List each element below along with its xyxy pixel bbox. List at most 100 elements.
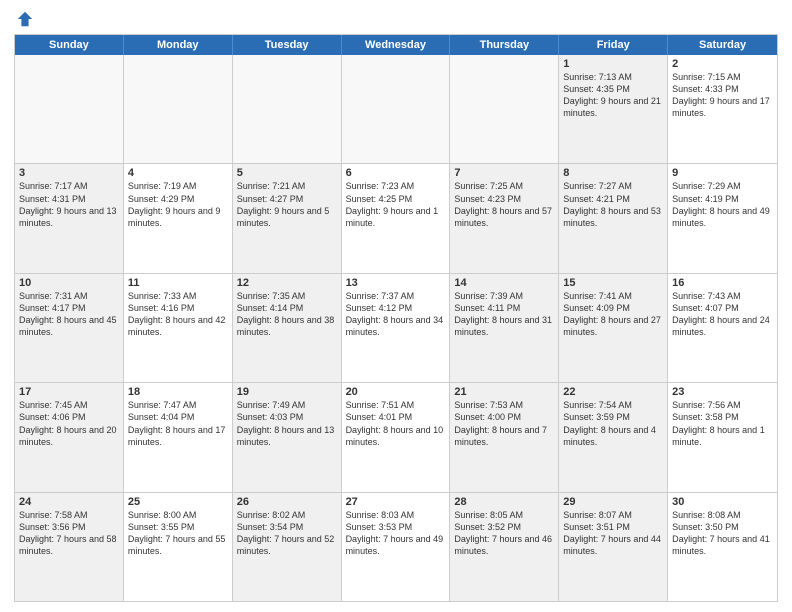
calendar-cell: 3Sunrise: 7:17 AM Sunset: 4:31 PM Daylig… — [15, 164, 124, 272]
day-number: 7 — [454, 167, 554, 179]
day-info: Sunrise: 7:17 AM Sunset: 4:31 PM Dayligh… — [19, 180, 119, 229]
day-info: Sunrise: 7:31 AM Sunset: 4:17 PM Dayligh… — [19, 290, 119, 339]
calendar-cell: 22Sunrise: 7:54 AM Sunset: 3:59 PM Dayli… — [559, 383, 668, 491]
day-number: 19 — [237, 386, 337, 398]
calendar-cell: 2Sunrise: 7:15 AM Sunset: 4:33 PM Daylig… — [668, 55, 777, 163]
day-number: 23 — [672, 386, 773, 398]
day-info: Sunrise: 7:47 AM Sunset: 4:04 PM Dayligh… — [128, 399, 228, 448]
day-number: 30 — [672, 496, 773, 508]
calendar-cell — [342, 55, 451, 163]
day-number: 18 — [128, 386, 228, 398]
day-info: Sunrise: 7:54 AM Sunset: 3:59 PM Dayligh… — [563, 399, 663, 448]
day-number: 16 — [672, 277, 773, 289]
calendar-cell: 8Sunrise: 7:27 AM Sunset: 4:21 PM Daylig… — [559, 164, 668, 272]
page: SundayMondayTuesdayWednesdayThursdayFrid… — [0, 0, 792, 612]
calendar-cell — [450, 55, 559, 163]
day-info: Sunrise: 7:49 AM Sunset: 4:03 PM Dayligh… — [237, 399, 337, 448]
logo — [14, 10, 34, 28]
day-number: 13 — [346, 277, 446, 289]
calendar-row: 1Sunrise: 7:13 AM Sunset: 4:35 PM Daylig… — [15, 55, 777, 163]
day-number: 12 — [237, 277, 337, 289]
day-info: Sunrise: 8:07 AM Sunset: 3:51 PM Dayligh… — [563, 509, 663, 558]
day-number: 21 — [454, 386, 554, 398]
calendar-header-day: Monday — [124, 35, 233, 55]
day-info: Sunrise: 7:25 AM Sunset: 4:23 PM Dayligh… — [454, 180, 554, 229]
day-number: 24 — [19, 496, 119, 508]
day-info: Sunrise: 7:58 AM Sunset: 3:56 PM Dayligh… — [19, 509, 119, 558]
calendar-cell: 16Sunrise: 7:43 AM Sunset: 4:07 PM Dayli… — [668, 274, 777, 382]
calendar-cell: 26Sunrise: 8:02 AM Sunset: 3:54 PM Dayli… — [233, 493, 342, 601]
calendar-cell: 4Sunrise: 7:19 AM Sunset: 4:29 PM Daylig… — [124, 164, 233, 272]
calendar-row: 3Sunrise: 7:17 AM Sunset: 4:31 PM Daylig… — [15, 163, 777, 272]
day-number: 10 — [19, 277, 119, 289]
day-info: Sunrise: 7:21 AM Sunset: 4:27 PM Dayligh… — [237, 180, 337, 229]
day-number: 29 — [563, 496, 663, 508]
calendar-header-day: Saturday — [668, 35, 777, 55]
calendar-cell: 7Sunrise: 7:25 AM Sunset: 4:23 PM Daylig… — [450, 164, 559, 272]
calendar-header-day: Thursday — [450, 35, 559, 55]
day-number: 3 — [19, 167, 119, 179]
calendar-cell: 29Sunrise: 8:07 AM Sunset: 3:51 PM Dayli… — [559, 493, 668, 601]
day-number: 26 — [237, 496, 337, 508]
calendar: SundayMondayTuesdayWednesdayThursdayFrid… — [14, 34, 778, 602]
calendar-header-day: Tuesday — [233, 35, 342, 55]
calendar-cell: 17Sunrise: 7:45 AM Sunset: 4:06 PM Dayli… — [15, 383, 124, 491]
day-info: Sunrise: 8:05 AM Sunset: 3:52 PM Dayligh… — [454, 509, 554, 558]
day-info: Sunrise: 8:03 AM Sunset: 3:53 PM Dayligh… — [346, 509, 446, 558]
day-info: Sunrise: 7:29 AM Sunset: 4:19 PM Dayligh… — [672, 180, 773, 229]
day-info: Sunrise: 7:41 AM Sunset: 4:09 PM Dayligh… — [563, 290, 663, 339]
day-info: Sunrise: 7:45 AM Sunset: 4:06 PM Dayligh… — [19, 399, 119, 448]
calendar-row: 24Sunrise: 7:58 AM Sunset: 3:56 PM Dayli… — [15, 492, 777, 601]
calendar-cell — [15, 55, 124, 163]
day-number: 14 — [454, 277, 554, 289]
calendar-header-day: Friday — [559, 35, 668, 55]
calendar-cell: 15Sunrise: 7:41 AM Sunset: 4:09 PM Dayli… — [559, 274, 668, 382]
calendar-cell: 6Sunrise: 7:23 AM Sunset: 4:25 PM Daylig… — [342, 164, 451, 272]
calendar-cell: 19Sunrise: 7:49 AM Sunset: 4:03 PM Dayli… — [233, 383, 342, 491]
calendar-cell: 25Sunrise: 8:00 AM Sunset: 3:55 PM Dayli… — [124, 493, 233, 601]
day-info: Sunrise: 8:08 AM Sunset: 3:50 PM Dayligh… — [672, 509, 773, 558]
day-info: Sunrise: 7:23 AM Sunset: 4:25 PM Dayligh… — [346, 180, 446, 229]
day-info: Sunrise: 7:35 AM Sunset: 4:14 PM Dayligh… — [237, 290, 337, 339]
calendar-cell: 9Sunrise: 7:29 AM Sunset: 4:19 PM Daylig… — [668, 164, 777, 272]
calendar-cell — [124, 55, 233, 163]
calendar-cell: 5Sunrise: 7:21 AM Sunset: 4:27 PM Daylig… — [233, 164, 342, 272]
calendar-cell: 28Sunrise: 8:05 AM Sunset: 3:52 PM Dayli… — [450, 493, 559, 601]
day-info: Sunrise: 7:33 AM Sunset: 4:16 PM Dayligh… — [128, 290, 228, 339]
day-number: 4 — [128, 167, 228, 179]
calendar-cell: 21Sunrise: 7:53 AM Sunset: 4:00 PM Dayli… — [450, 383, 559, 491]
day-number: 8 — [563, 167, 663, 179]
day-number: 15 — [563, 277, 663, 289]
calendar-header-row: SundayMondayTuesdayWednesdayThursdayFrid… — [15, 35, 777, 55]
day-number: 9 — [672, 167, 773, 179]
day-number: 28 — [454, 496, 554, 508]
calendar-cell: 10Sunrise: 7:31 AM Sunset: 4:17 PM Dayli… — [15, 274, 124, 382]
day-number: 2 — [672, 58, 773, 70]
header — [14, 10, 778, 28]
calendar-body: 1Sunrise: 7:13 AM Sunset: 4:35 PM Daylig… — [15, 55, 777, 601]
calendar-cell — [233, 55, 342, 163]
day-info: Sunrise: 7:13 AM Sunset: 4:35 PM Dayligh… — [563, 71, 663, 120]
calendar-cell: 30Sunrise: 8:08 AM Sunset: 3:50 PM Dayli… — [668, 493, 777, 601]
calendar-cell: 23Sunrise: 7:56 AM Sunset: 3:58 PM Dayli… — [668, 383, 777, 491]
calendar-cell: 14Sunrise: 7:39 AM Sunset: 4:11 PM Dayli… — [450, 274, 559, 382]
day-info: Sunrise: 8:00 AM Sunset: 3:55 PM Dayligh… — [128, 509, 228, 558]
day-number: 6 — [346, 167, 446, 179]
day-info: Sunrise: 7:53 AM Sunset: 4:00 PM Dayligh… — [454, 399, 554, 448]
day-number: 1 — [563, 58, 663, 70]
day-info: Sunrise: 7:37 AM Sunset: 4:12 PM Dayligh… — [346, 290, 446, 339]
day-number: 22 — [563, 386, 663, 398]
calendar-cell: 1Sunrise: 7:13 AM Sunset: 4:35 PM Daylig… — [559, 55, 668, 163]
calendar-cell: 24Sunrise: 7:58 AM Sunset: 3:56 PM Dayli… — [15, 493, 124, 601]
calendar-cell: 12Sunrise: 7:35 AM Sunset: 4:14 PM Dayli… — [233, 274, 342, 382]
calendar-header-day: Sunday — [15, 35, 124, 55]
calendar-row: 17Sunrise: 7:45 AM Sunset: 4:06 PM Dayli… — [15, 382, 777, 491]
calendar-cell: 11Sunrise: 7:33 AM Sunset: 4:16 PM Dayli… — [124, 274, 233, 382]
day-info: Sunrise: 7:43 AM Sunset: 4:07 PM Dayligh… — [672, 290, 773, 339]
day-number: 5 — [237, 167, 337, 179]
calendar-cell: 27Sunrise: 8:03 AM Sunset: 3:53 PM Dayli… — [342, 493, 451, 601]
day-number: 11 — [128, 277, 228, 289]
day-number: 27 — [346, 496, 446, 508]
day-info: Sunrise: 7:15 AM Sunset: 4:33 PM Dayligh… — [672, 71, 773, 120]
calendar-cell: 20Sunrise: 7:51 AM Sunset: 4:01 PM Dayli… — [342, 383, 451, 491]
